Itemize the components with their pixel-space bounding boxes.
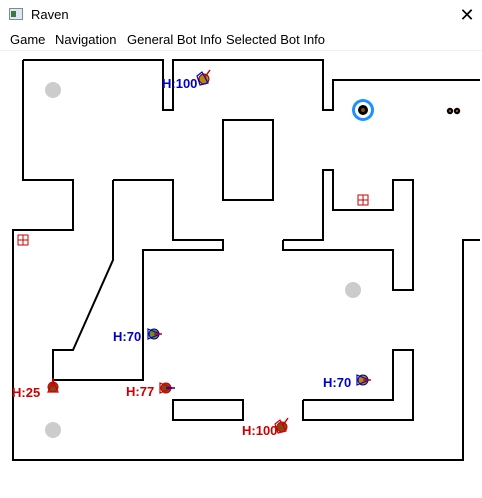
spawn-points bbox=[45, 82, 361, 438]
title-bar[interactable]: Raven ✕ bbox=[0, 0, 482, 30]
bot-icon bbox=[147, 328, 162, 340]
bot-red-1[interactable]: H:25 bbox=[12, 378, 59, 400]
spawn-point bbox=[345, 282, 361, 298]
bot-health-label: H:70 bbox=[113, 329, 141, 344]
game-map[interactable]: H:100 H:70 H:70 H:25 H:77 H:100 bbox=[0, 50, 482, 493]
bot-icon bbox=[274, 417, 289, 434]
health-pack-icon bbox=[17, 234, 29, 246]
goal-ring-icon bbox=[352, 99, 374, 121]
window-title: Raven bbox=[31, 7, 69, 22]
bot-health-label: H:25 bbox=[12, 385, 40, 400]
low-wall bbox=[172, 399, 244, 421]
map-canvas[interactable]: H:100 H:70 H:70 H:25 H:77 H:100 bbox=[0, 50, 482, 493]
bot-icon bbox=[196, 69, 211, 86]
walls bbox=[12, 59, 480, 461]
menu-game[interactable]: Game bbox=[10, 32, 45, 47]
shotgun-pickup-icon bbox=[446, 107, 461, 115]
wall bbox=[282, 169, 414, 291]
menu-general-bot-info[interactable]: General Bot Info bbox=[127, 32, 222, 47]
spawn-point bbox=[45, 422, 61, 438]
bot-red-3[interactable]: H:100 bbox=[242, 417, 289, 438]
menu-navigation[interactable]: Navigation bbox=[55, 32, 116, 47]
bot-health-label: H:100 bbox=[162, 76, 197, 91]
wall bbox=[52, 179, 224, 381]
bot-blue-2[interactable]: H:70 bbox=[113, 328, 162, 344]
bot-health-label: H:77 bbox=[126, 384, 154, 399]
bot-blue-3[interactable]: H:70 bbox=[323, 374, 371, 390]
close-button[interactable]: ✕ bbox=[452, 0, 482, 30]
bot-health-label: H:100 bbox=[242, 423, 277, 438]
app-icon bbox=[9, 8, 23, 20]
pillar-wall bbox=[222, 119, 274, 201]
menu-bar: Game Navigation General Bot Info Selecte… bbox=[0, 30, 482, 51]
bot-red-2[interactable]: H:77 bbox=[126, 382, 175, 399]
bot-icon bbox=[159, 382, 175, 394]
spawn-point bbox=[45, 82, 61, 98]
bot-health-label: H:70 bbox=[323, 375, 351, 390]
wall bbox=[23, 59, 480, 111]
bot-icon bbox=[356, 374, 371, 386]
health-pack-icon bbox=[357, 194, 369, 206]
menu-selected-bot-info[interactable]: Selected Bot Info bbox=[226, 32, 325, 47]
bot-blue-1[interactable]: H:100 bbox=[162, 69, 211, 91]
raven-window: Raven ✕ Game Navigation General Bot Info… bbox=[0, 0, 482, 493]
